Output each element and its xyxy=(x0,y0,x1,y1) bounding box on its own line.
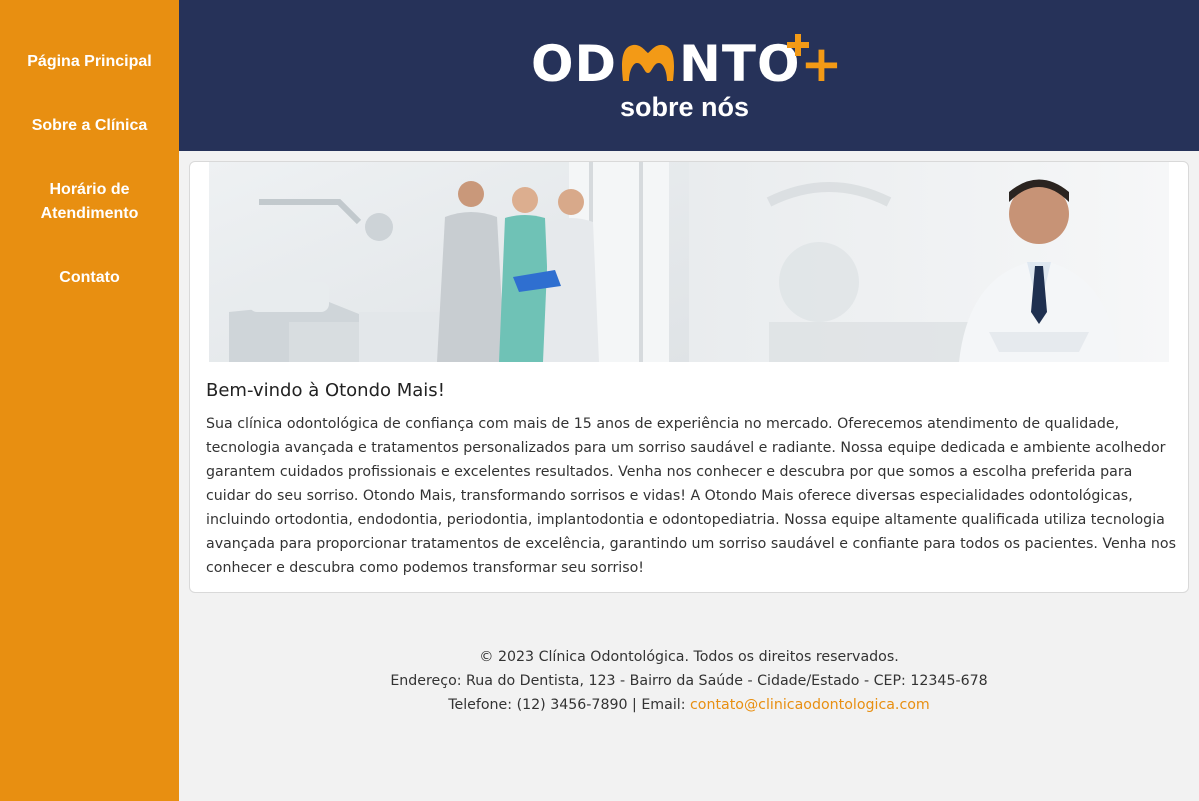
footer-address: Endereço: Rua do Dentista, 123 - Bairro … xyxy=(390,673,988,689)
page-footer: © 2023 Clínica Odontológica. Todos os di… xyxy=(179,604,1199,801)
welcome-text: Sua clínica odontológica de confiança co… xyxy=(206,416,1176,576)
tooth-logo-icon xyxy=(622,44,675,81)
sidebar: Página Principal Sobre a Clínica Horário… xyxy=(0,0,179,801)
welcome-card: Bem-vindo à Otondo Mais! Sua clínica odo… xyxy=(189,161,1189,593)
sidebar-item-horario-de-atendimento[interactable]: Horário de Atendimento xyxy=(0,178,179,226)
sidebar-item-contato[interactable]: Contato xyxy=(0,266,179,290)
sidebar-item-sobre-a-clinica[interactable]: Sobre a Clínica xyxy=(0,114,179,138)
sidebar-item-pagina-principal[interactable]: Página Principal xyxy=(0,50,179,74)
footer-email-link[interactable]: contato@clinicaodontologica.com xyxy=(690,697,930,713)
footer-contact: Telefone: (12) 3456-7890 | Email: contat… xyxy=(179,693,1199,717)
page-header: OD NTO+ sobre nós xyxy=(179,0,1199,151)
footer-phone: Telefone: (12) 3456-7890 | Email: xyxy=(448,697,690,713)
footer-copyright: © 2023 Clínica Odontológica. Todos os di… xyxy=(479,649,899,665)
logo-text-left: OD xyxy=(531,35,618,93)
logo-text-right: NTO xyxy=(679,35,801,93)
clinic-banner-image xyxy=(209,162,1169,362)
welcome-title: Bem-vindo à Otondo Mais! xyxy=(206,380,445,401)
small-plus-icon xyxy=(787,34,809,56)
page-subtitle: sobre nós xyxy=(620,92,750,122)
